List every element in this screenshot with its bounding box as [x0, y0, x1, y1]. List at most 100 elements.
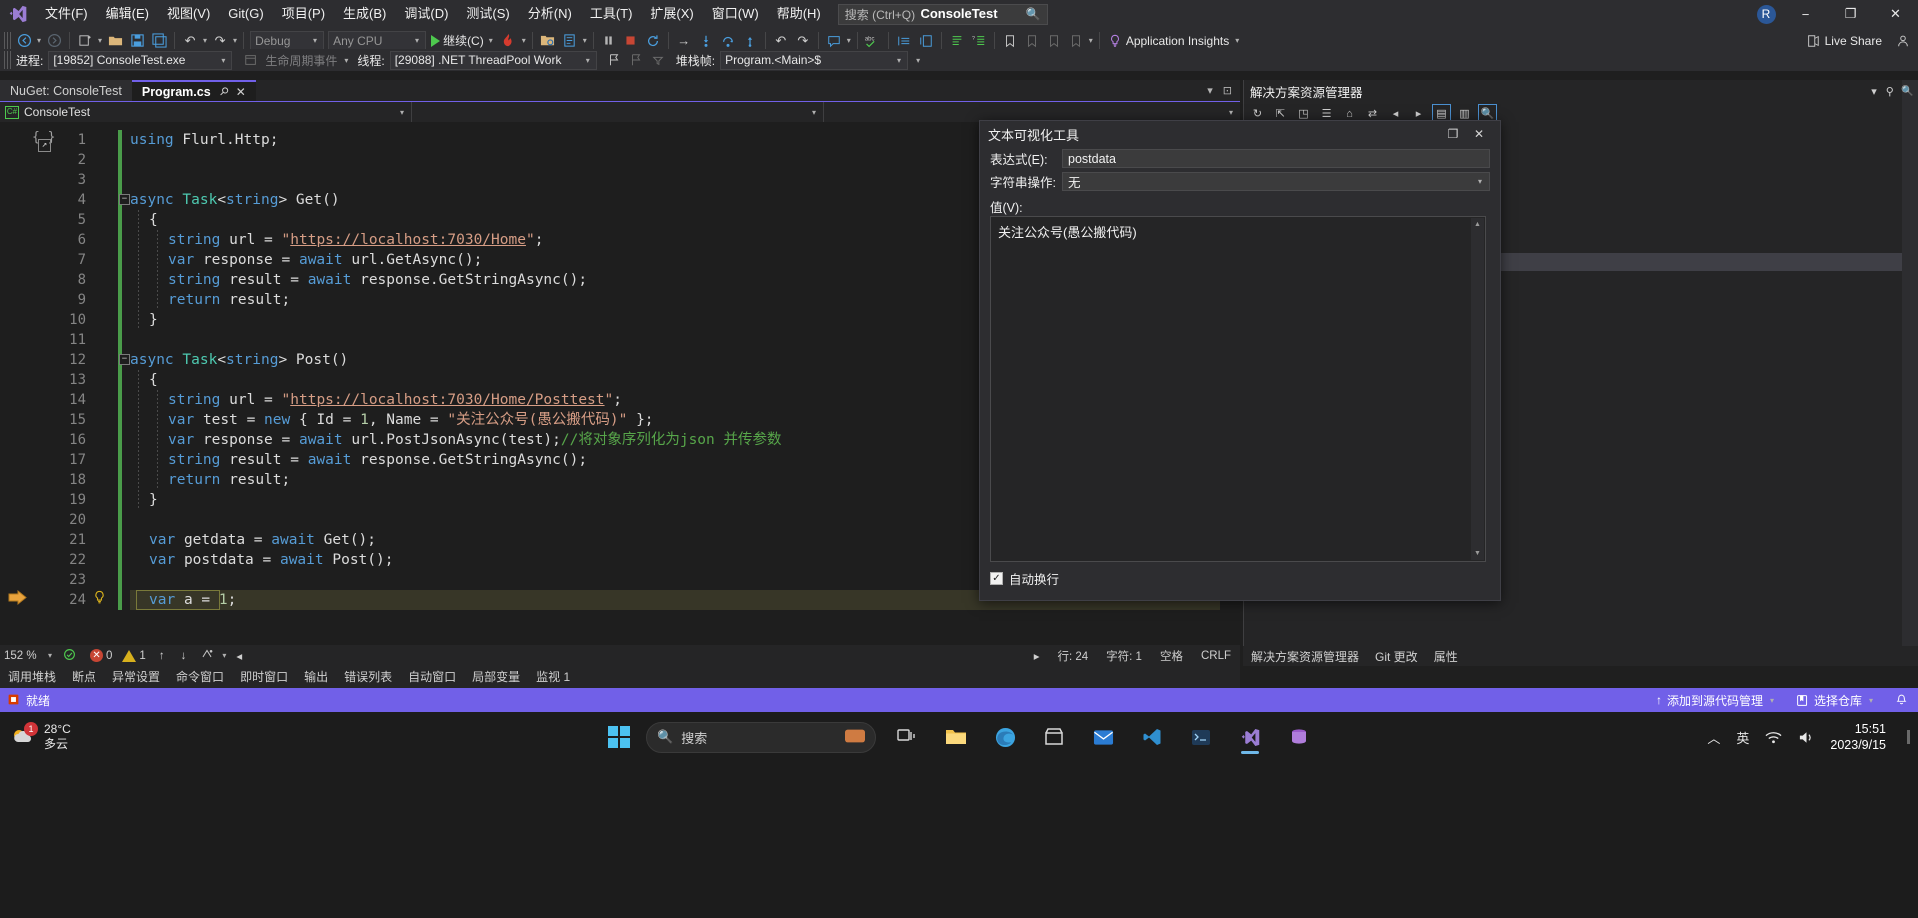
type-dropdown[interactable]: ▾ [412, 101, 824, 123]
volume-icon[interactable] [1791, 720, 1822, 754]
memory-caret-icon[interactable]: ▾ [581, 36, 589, 45]
menu-analyze[interactable]: 分析(N) [519, 0, 581, 28]
add-to-source-control-button[interactable]: ↑ 添加到源代码管理 ▾ [1646, 688, 1786, 712]
zoom-level[interactable]: 152 % [0, 650, 46, 662]
solution-config-dropdown[interactable]: Debug ▾ [250, 30, 325, 51]
scroll-down-icon[interactable]: ▼ [1471, 547, 1484, 560]
menu-tools[interactable]: 工具(T) [581, 0, 642, 28]
minimize-button[interactable]: − [1783, 0, 1828, 28]
horizontal-scroll-right-icon[interactable]: ▸ [1025, 649, 1049, 663]
debugbar-grip[interactable] [4, 51, 11, 69]
menu-debug[interactable]: 调试(D) [395, 0, 457, 28]
tab-list-caret-icon[interactable]: ▾ [1207, 84, 1213, 97]
tab-program-cs[interactable]: Program.cs ⚲ ✕ [131, 80, 256, 101]
notification-center-icon[interactable] [1900, 720, 1918, 754]
code-line[interactable]: var getdata = await Get(); [130, 530, 376, 550]
tool-tab-watch-1[interactable]: 监视 1 [528, 666, 578, 688]
code-line[interactable]: var test = new { Id = 1, Name = "关注公众号(愚… [130, 410, 654, 430]
intellicode-caret-icon[interactable]: ▾ [220, 651, 228, 660]
dock-tab-solution-explorer[interactable]: 解决方案资源管理器 [1243, 648, 1367, 665]
menu-view[interactable]: 视图(V) [158, 0, 219, 28]
menu-test[interactable]: 测试(S) [457, 0, 518, 28]
select-repository-button[interactable]: 选择仓库 ▾ [1786, 688, 1885, 712]
menu-window[interactable]: 窗口(W) [703, 0, 768, 28]
close-icon[interactable]: ✕ [236, 85, 246, 99]
debugbar-overflow-icon[interactable]: ▾ [914, 56, 922, 65]
notifications-button[interactable] [1885, 688, 1918, 712]
tool-tab-error-list[interactable]: 错误列表 [336, 666, 400, 688]
tool-tab-output[interactable]: 输出 [296, 666, 336, 688]
tool-tab-locals[interactable]: 局部变量 [464, 666, 528, 688]
mail-icon[interactable] [1081, 718, 1125, 756]
windows-start-icon[interactable] [597, 718, 641, 756]
dock-tab-properties[interactable]: 属性 [1426, 648, 1466, 665]
lifecycle-caret-icon[interactable]: ▾ [342, 56, 350, 65]
code-line[interactable]: return result; [130, 290, 290, 310]
menu-extensions[interactable]: 扩展(X) [641, 0, 702, 28]
solution-platform-dropdown[interactable]: Any CPU ▾ [328, 30, 427, 51]
comment-caret-icon[interactable]: ▾ [845, 36, 853, 45]
expression-input[interactable]: postdata [1062, 149, 1490, 168]
pin-icon[interactable]: ⚲ [1886, 85, 1894, 98]
warning-count[interactable]: 1 [117, 649, 150, 662]
code-line[interactable]: { [130, 210, 158, 230]
collapse-region-icon[interactable]: − [119, 354, 130, 365]
text-visualizer-dialog[interactable]: 文本可视化工具 ❐ ✕ 表达式(E): postdata 字符串操作: 无 ▾ … [979, 120, 1501, 601]
continue-button[interactable]: 继续(C) ▾ [428, 30, 498, 51]
tool-tab-callstack[interactable]: 调用堆栈 [0, 666, 64, 688]
menu-help[interactable]: 帮助(H) [768, 0, 830, 28]
project-dropdown[interactable]: C# ConsoleTest ▾ [0, 101, 412, 123]
weather-widget[interactable]: 1 28°C 多云 [10, 722, 71, 752]
code-line[interactable]: using Flurl.Http; [130, 130, 278, 150]
tool-tab-exception-settings[interactable]: 异常设置 [104, 666, 168, 688]
code-line[interactable]: var postdata = await Post(); [130, 550, 393, 570]
code-line[interactable]: async Task<string> Post() − [119, 350, 348, 370]
visual-studio-icon[interactable] [1228, 718, 1272, 756]
vs-search-input[interactable]: 搜索 (Ctrl+Q) 🔍 [837, 3, 1048, 25]
intellicode-icon[interactable] [194, 648, 220, 664]
code-line[interactable]: } [130, 310, 158, 330]
menu-git[interactable]: Git(G) [219, 0, 272, 28]
menu-file[interactable]: 文件(F) [36, 0, 97, 28]
menu-build[interactable]: 生成(B) [334, 0, 395, 28]
terminal-icon[interactable] [1179, 718, 1223, 756]
store-icon[interactable] [1032, 718, 1076, 756]
tool-tab-immediate-window[interactable]: 即时窗口 [232, 666, 296, 688]
zoom-caret-icon[interactable]: ▾ [46, 651, 54, 660]
split-view-icon[interactable]: ◂ [228, 649, 250, 663]
taskbar-search-input[interactable]: 🔍 搜索 [646, 721, 876, 753]
file-explorer-icon[interactable] [934, 718, 978, 756]
edge-icon[interactable] [983, 718, 1027, 756]
close-icon[interactable]: ✕ [1466, 121, 1492, 147]
menu-project[interactable]: 项目(P) [273, 0, 334, 28]
taskbar-clock[interactable]: 15:51 2023/9/15 [1824, 721, 1898, 753]
live-share-button[interactable]: Live Share [1802, 34, 1886, 48]
code-line[interactable]: { [130, 370, 158, 390]
scroll-up-icon[interactable]: ▲ [1471, 218, 1484, 231]
collapse-region-icon[interactable]: − [119, 194, 130, 205]
undo-caret-icon[interactable]: ▾ [201, 36, 209, 45]
dock-tab-git-changes[interactable]: Git 更改 [1367, 648, 1426, 665]
process-dropdown[interactable]: [19852] ConsoleTest.exe ▾ [48, 50, 233, 70]
menu-edit[interactable]: 编辑(E) [97, 0, 158, 28]
tray-expand-icon[interactable]: ︿ [1700, 720, 1727, 754]
code-line[interactable]: string result = await response.GetString… [130, 450, 587, 470]
new-project-caret-icon[interactable]: ▾ [96, 36, 104, 45]
code-health-icon[interactable] [54, 648, 85, 664]
line-ending[interactable]: CRLF [1192, 650, 1240, 662]
next-issue-button[interactable]: ↓ [173, 650, 195, 662]
show-flagged-only-icon[interactable] [647, 49, 669, 71]
tool-tab-breakpoints[interactable]: 断点 [64, 666, 104, 688]
code-line[interactable]: async Task<string> Get() − [119, 190, 340, 210]
toolbar-grip[interactable] [4, 31, 11, 50]
right-dock-search-icon[interactable]: 🔍 [1902, 80, 1913, 96]
tool-tab-command-window[interactable]: 命令窗口 [168, 666, 232, 688]
code-line[interactable]: return result; [130, 470, 290, 490]
tab-nuget-consoletest[interactable]: NuGet: ConsoleTest [0, 80, 132, 101]
application-insights-button[interactable]: Application Insights ▾ [1104, 34, 1245, 48]
value-textarea[interactable]: 关注公众号(愚公搬代码) ▲ ▼ [990, 216, 1486, 562]
code-line[interactable]: } [130, 490, 158, 510]
account-avatar[interactable]: R [1749, 0, 1783, 28]
glyph-margin[interactable] [0, 122, 30, 645]
sql-icon[interactable] [1277, 718, 1321, 756]
